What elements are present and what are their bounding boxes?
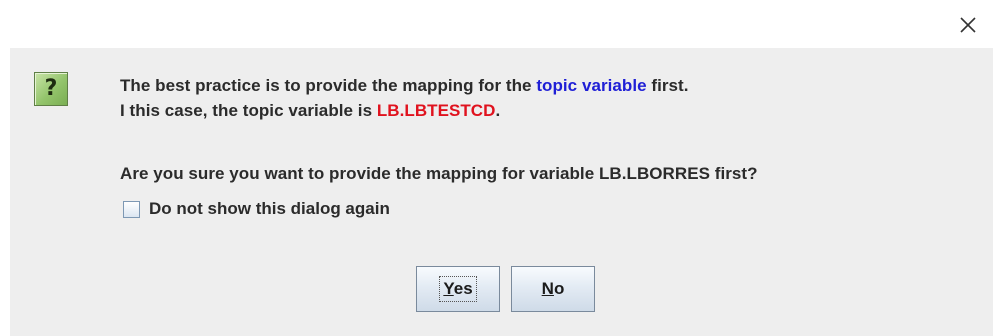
message-line-1-prefix: The best practice is to provide the mapp… <box>120 76 537 95</box>
message-line-2-prefix: I this case, the topic variable is <box>120 101 377 120</box>
question-glyph: ? <box>44 76 58 101</box>
confirmation-question: Are you sure you want to provide the map… <box>120 164 758 183</box>
no-button-label: No <box>542 279 565 299</box>
message-line-1: The best practice is to provide the mapp… <box>120 76 689 96</box>
yes-button-label: Yes <box>439 276 477 302</box>
topic-variable-highlight: topic variable <box>536 76 647 95</box>
yes-button[interactable]: Yes <box>416 266 500 312</box>
do-not-show-again-checkbox[interactable] <box>123 200 140 218</box>
message-line-2-suffix: . <box>495 101 501 120</box>
title-bar <box>0 0 993 48</box>
yes-label-rest: es <box>453 279 473 298</box>
close-icon[interactable] <box>951 8 985 42</box>
no-label-rest: o <box>553 279 565 298</box>
dialog-body: ? The best practice is to provide the ma… <box>10 48 993 336</box>
do-not-show-again-label[interactable]: Do not show this dialog again <box>149 199 390 219</box>
no-mnemonic: N <box>541 279 554 298</box>
message-line-2: I this case, the topic variable is LB.LB… <box>120 101 500 121</box>
do-not-show-again-option[interactable]: Do not show this dialog again <box>123 198 390 220</box>
topic-variable-name: LB.LBTESTCD <box>376 101 496 120</box>
no-button[interactable]: No <box>511 266 595 312</box>
yes-mnemonic: Y <box>443 279 454 298</box>
message-line-1-suffix: first. <box>646 76 689 95</box>
question-icon: ? <box>34 72 68 106</box>
